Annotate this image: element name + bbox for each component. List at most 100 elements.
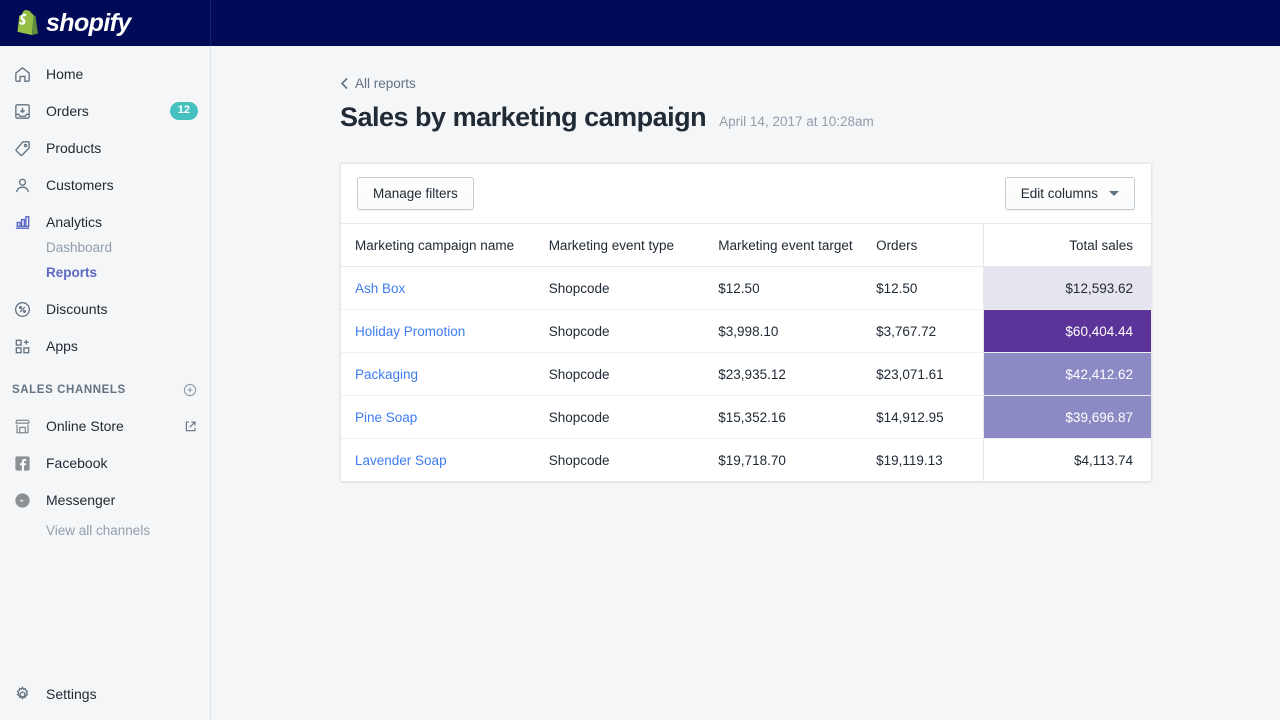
sidebar-item-label: Facebook: [46, 455, 107, 471]
edit-columns-label: Edit columns: [1021, 186, 1098, 201]
person-icon: [12, 175, 32, 195]
sidebar-subitem-dashboard[interactable]: Dashboard: [0, 236, 210, 258]
cell-total-sales: $4,113.74: [984, 439, 1151, 482]
messenger-icon: [12, 490, 32, 510]
report-card: Manage filters Edit columns Marketing ca…: [340, 163, 1152, 482]
cell-orders: $14,912.95: [876, 396, 984, 439]
shopify-bag-icon: [15, 10, 39, 37]
cell-event-target: $12.50: [718, 267, 876, 310]
sidebar-item-label: Messenger: [46, 492, 115, 508]
campaign-link[interactable]: Packaging: [355, 367, 418, 382]
sidebar-item-label: Discounts: [46, 301, 107, 317]
cell-event-type: Shopcode: [549, 396, 719, 439]
cell-total-sales: $60,404.44: [984, 310, 1151, 353]
gear-icon: [12, 684, 32, 704]
table-row[interactable]: Ash Box Shopcode $12.50 $12.50 $12,593.6…: [341, 267, 1151, 310]
table-row[interactable]: Packaging Shopcode $23,935.12 $23,071.61…: [341, 353, 1151, 396]
storefront-icon: [12, 416, 32, 436]
cell-orders: $23,071.61: [876, 353, 984, 396]
sidebar-item-label: Products: [46, 140, 101, 156]
sidebar-item-discounts[interactable]: Discounts: [0, 295, 210, 323]
cell-orders: $19,119.13: [876, 439, 984, 482]
sidebar-item-products[interactable]: Products: [0, 134, 210, 162]
cell-event-target: $23,935.12: [718, 353, 876, 396]
cell-orders: $3,767.72: [876, 310, 984, 353]
breadcrumb[interactable]: All reports: [340, 76, 1280, 91]
cell-campaign-name: Pine Soap: [341, 396, 549, 439]
sidebar-item-online-store[interactable]: Online Store: [0, 412, 210, 440]
sidebar-item-settings[interactable]: Settings: [0, 680, 211, 708]
breadcrumb-label: All reports: [355, 76, 416, 91]
sidebar-item-home[interactable]: Home: [0, 60, 210, 88]
facebook-icon: [12, 453, 32, 473]
sidebar-subitem-label: Reports: [46, 265, 97, 280]
cell-event-type: Shopcode: [549, 439, 719, 482]
cell-event-type: Shopcode: [549, 353, 719, 396]
tag-icon: [12, 138, 32, 158]
cell-event-target: $3,998.10: [718, 310, 876, 353]
sidebar-item-apps[interactable]: Apps: [0, 332, 210, 360]
external-link-icon[interactable]: [183, 419, 198, 434]
sales-channels-section-header: SALES CHANNELS: [0, 378, 210, 402]
campaign-link[interactable]: Holiday Promotion: [355, 324, 465, 339]
table-header: Marketing campaign name Marketing event …: [341, 224, 1151, 267]
column-header-campaign-name[interactable]: Marketing campaign name: [341, 224, 549, 267]
cell-campaign-name: Lavender Soap: [341, 439, 549, 482]
sidebar-item-customers[interactable]: Customers: [0, 171, 210, 199]
page-header: Sales by marketing campaign April 14, 20…: [340, 102, 1280, 133]
sidebar-item-label: Apps: [46, 338, 78, 354]
brand-name: shopify: [46, 11, 131, 36]
page-title: Sales by marketing campaign: [340, 102, 706, 133]
top-bar-empty-area: [211, 0, 1280, 46]
table-row[interactable]: Pine Soap Shopcode $15,352.16 $14,912.95…: [341, 396, 1151, 439]
campaign-link[interactable]: Ash Box: [355, 281, 405, 296]
apps-grid-plus-icon: [12, 336, 32, 356]
table-header-row: Marketing campaign name Marketing event …: [341, 224, 1151, 267]
manage-filters-label: Manage filters: [373, 186, 458, 201]
cell-total-sales: $42,412.62: [984, 353, 1151, 396]
campaign-link[interactable]: Pine Soap: [355, 410, 417, 425]
sidebar-item-label: Online Store: [46, 418, 124, 434]
page-timestamp: April 14, 2017 at 10:28am: [719, 114, 874, 129]
orders-count-badge: 12: [170, 102, 198, 120]
table-row[interactable]: Lavender Soap Shopcode $19,718.70 $19,11…: [341, 439, 1151, 482]
section-title-label: SALES CHANNELS: [12, 384, 126, 396]
column-header-event-target[interactable]: Marketing event target: [718, 224, 876, 267]
cell-campaign-name: Ash Box: [341, 267, 549, 310]
sidebar-subitem-label: Dashboard: [46, 240, 112, 255]
sidebar-item-label: Settings: [46, 686, 97, 702]
sidebar-item-analytics[interactable]: Analytics: [0, 208, 210, 236]
chevron-left-icon: [340, 77, 349, 90]
cell-event-type: Shopcode: [549, 310, 719, 353]
column-header-orders[interactable]: Orders: [876, 224, 984, 267]
column-header-total-sales[interactable]: Total sales: [984, 224, 1151, 267]
manage-filters-button[interactable]: Manage filters: [357, 177, 474, 210]
main-content: All reports Sales by marketing campaign …: [212, 46, 1280, 720]
plus-circle-icon[interactable]: [182, 382, 198, 398]
sidebar-item-label: Home: [46, 66, 83, 82]
sidebar-item-label: Orders: [46, 103, 89, 119]
edit-columns-button[interactable]: Edit columns: [1005, 177, 1135, 210]
sidebar-item-label: Analytics: [46, 214, 102, 230]
brand-logo[interactable]: shopify: [0, 0, 211, 46]
home-icon: [12, 64, 32, 84]
view-all-channels-link[interactable]: View all channels: [0, 523, 210, 538]
chevron-down-icon: [1109, 191, 1119, 196]
sidebar-item-orders[interactable]: Orders 12: [0, 97, 210, 125]
table-body: Ash Box Shopcode $12.50 $12.50 $12,593.6…: [341, 267, 1151, 482]
cell-campaign-name: Packaging: [341, 353, 549, 396]
sales-by-campaign-table: Marketing campaign name Marketing event …: [341, 224, 1151, 481]
table-toolbar: Manage filters Edit columns: [341, 164, 1151, 224]
sidebar-item-messenger[interactable]: Messenger: [0, 486, 210, 514]
sidebar-item-facebook[interactable]: Facebook: [0, 449, 210, 477]
cell-total-sales: $12,593.62: [984, 267, 1151, 310]
cell-event-target: $19,718.70: [718, 439, 876, 482]
sidebar: Home Orders 12 Products: [0, 46, 211, 720]
campaign-link[interactable]: Lavender Soap: [355, 453, 447, 468]
cell-orders: $12.50: [876, 267, 984, 310]
sidebar-subitem-reports[interactable]: Reports: [0, 261, 210, 283]
table-row[interactable]: Holiday Promotion Shopcode $3,998.10 $3,…: [341, 310, 1151, 353]
column-header-event-type[interactable]: Marketing event type: [549, 224, 719, 267]
sidebar-item-label: Customers: [46, 177, 114, 193]
cell-campaign-name: Holiday Promotion: [341, 310, 549, 353]
